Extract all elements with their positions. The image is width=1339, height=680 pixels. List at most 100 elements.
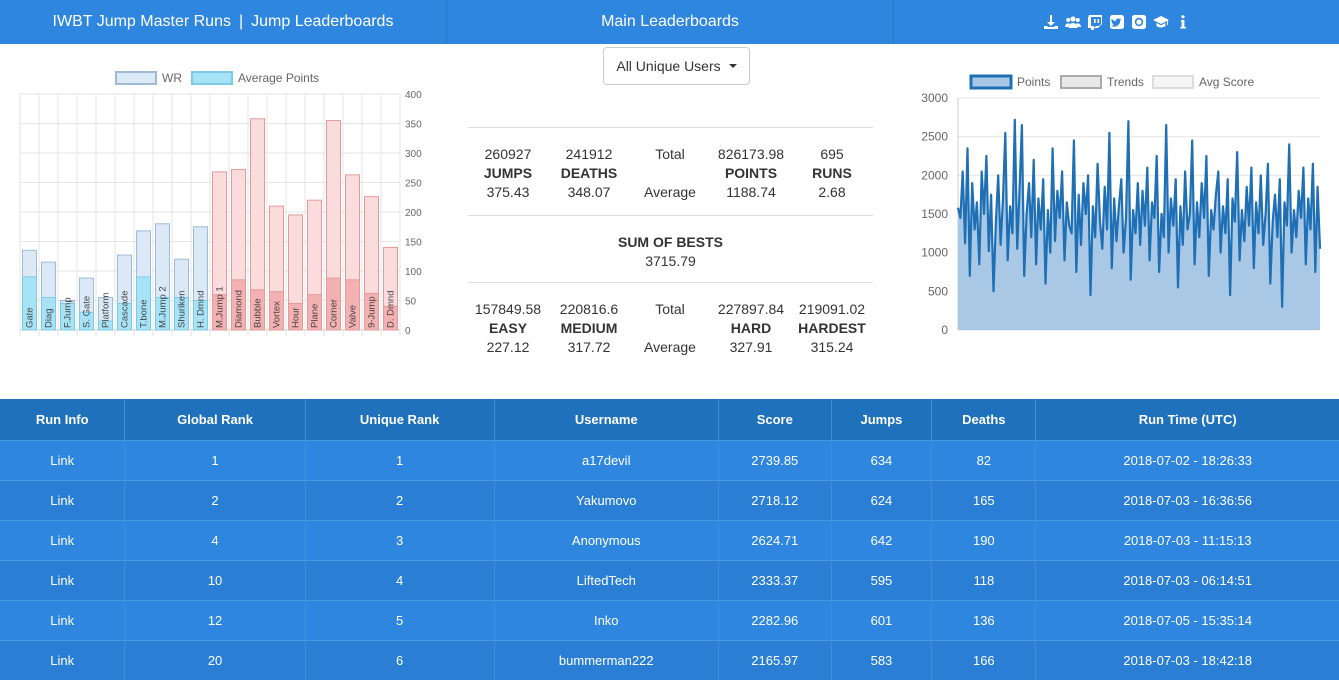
site-title[interactable]: IWBT Jump Master Runs — [53, 13, 231, 31]
github-icon[interactable] — [1130, 14, 1147, 31]
stat-row-labels: Total Average — [630, 300, 710, 357]
stat-medium-total: 220816.6 — [559, 301, 619, 317]
column-header-jumps[interactable]: Jumps — [831, 399, 933, 440]
twitch-icon[interactable] — [1086, 14, 1103, 31]
stat-row-labels: Total Average — [630, 145, 710, 202]
cell-username: Anonymous — [494, 519, 719, 560]
bar-category-label: Plane — [310, 304, 321, 328]
run-link[interactable]: Link — [0, 599, 126, 640]
section-title[interactable]: Jump Leaderboards — [251, 13, 393, 31]
legend-swatch-wr — [115, 71, 157, 85]
stat-runs-total: 695 — [820, 146, 844, 162]
legend-label-points: Points — [1017, 75, 1050, 89]
stats-difficulty-row: 157849.58 EASY 227.12 220816.6 MEDIUM 31… — [468, 283, 873, 370]
legend-swatch-avg-score — [1152, 75, 1194, 89]
stat-easy-label: EASY — [488, 320, 528, 336]
legend-swatch-average-points — [191, 71, 233, 85]
main-leaderboards-label[interactable]: Main Leaderboards — [601, 13, 739, 31]
stat-jumps-average: 375.43 — [486, 184, 530, 200]
column-header-run-info[interactable]: Run Info — [0, 399, 126, 440]
cell-jumps: 634 — [831, 439, 933, 480]
table-row: Link 4 3 Anonymous 2624.71 642 190 2018-07-03 -… — [0, 519, 1339, 560]
bar-category-label: Gate — [25, 307, 36, 328]
legend-label-wr: WR — [162, 71, 182, 85]
cell-score: 2282.96 — [718, 599, 832, 640]
main-leaderboards-link[interactable]: Main Leaderboards — [447, 0, 894, 44]
stat-easy-average: 227.12 — [486, 339, 530, 355]
area-y-tick-label: 1000 — [921, 246, 948, 260]
cell-jumps: 601 — [831, 599, 933, 640]
bar-category-label: M.Jump 2 — [158, 286, 169, 328]
stats-panel: 260927 JUMPS 375.43 241912 DEATHS 348.07… — [468, 127, 873, 370]
navbar-brand[interactable]: IWBT Jump Master Runs | Jump Leaderboard… — [0, 0, 447, 44]
stat-jumps-total: 260927 — [484, 146, 532, 162]
column-header-score[interactable]: Score — [718, 399, 832, 440]
cell-unique-rank: 6 — [305, 639, 495, 680]
stat-runs-average: 2.68 — [818, 184, 846, 200]
cell-deaths: 118 — [931, 559, 1037, 600]
cell-deaths: 166 — [931, 639, 1037, 680]
table-header-row: Run Info Global Rank Unique Rank Username Sc… — [0, 399, 1339, 440]
cell-unique-rank: 2 — [305, 479, 495, 520]
caret-down-icon — [728, 64, 737, 68]
column-header-unique-rank[interactable]: Unique Rank — [305, 399, 495, 440]
stat-jumps-label: JUMPS — [483, 165, 533, 181]
bar-y-tick-label: 0 — [405, 326, 411, 337]
stat-hardest-total: 219091.02 — [798, 301, 866, 317]
cell-username: bummerman222 — [494, 639, 719, 680]
bar-category-label: Cascade — [120, 291, 131, 329]
bar-category-label: Corner — [329, 299, 340, 328]
legend-swatch-trends — [1060, 75, 1102, 89]
column-header-deaths[interactable]: Deaths — [931, 399, 1037, 440]
users-icon[interactable] — [1064, 14, 1081, 31]
bar-category-label: Platform — [101, 293, 112, 328]
stat-runs-label: RUNS — [812, 165, 852, 181]
run-link[interactable]: Link — [0, 519, 126, 560]
run-link[interactable]: Link — [0, 479, 126, 520]
bar-chart-svg: WR Average Points 0 50 100 150 200 250 300 350 400… — [19, 71, 422, 337]
table-row: Link 2 2 Yakumovo 2718.12 624 165 2018-07-03 - … — [0, 479, 1339, 520]
bar-y-tick-label: 100 — [405, 267, 422, 278]
cell-unique-rank: 1 — [305, 439, 495, 480]
run-link[interactable]: Link — [0, 439, 126, 480]
stat-hard-label: HARD — [730, 320, 772, 336]
bar-y-tick-label: 50 — [405, 297, 417, 308]
stat-jumps: 260927 JUMPS 375.43 — [468, 145, 548, 202]
cell-run-time: 2018-07-03 - 18:42:18 — [1035, 639, 1339, 680]
cell-username: LiftedTech — [494, 559, 719, 600]
download-icon[interactable] — [1042, 14, 1059, 31]
bar-category-label: F.Jump — [63, 297, 74, 328]
area-y-tick-label: 3000 — [921, 91, 948, 105]
graduation-cap-icon[interactable] — [1152, 14, 1169, 31]
run-link[interactable]: Link — [0, 559, 126, 600]
score-history-area-chart: Points Trends Avg Score 0 500 1000 1500 2000 250… — [900, 66, 1339, 346]
bar-category-label: 9-Jump — [367, 296, 378, 328]
sum-of-bests: SUM OF BESTS 3715.79 — [468, 216, 873, 282]
stat-deaths-label: DEATHS — [560, 165, 618, 181]
column-header-run-time[interactable]: Run Time (UTC) — [1035, 399, 1339, 440]
navbar-icon-group — [894, 0, 1339, 44]
area-y-tick-label: 1500 — [921, 207, 948, 221]
area-chart-svg: Points Trends Avg Score 0 500 1000 1500 2000 250… — [921, 74, 1322, 337]
stat-runs: 695 RUNS 2.68 — [792, 145, 872, 202]
column-header-username[interactable]: Username — [494, 399, 719, 440]
stat-deaths-total: 241912 — [565, 146, 613, 162]
user-filter-dropdown[interactable]: All Unique Users — [603, 47, 750, 85]
stat-easy-total: 157849.58 — [474, 301, 542, 317]
cell-run-time: 2018-07-02 - 18:26:33 — [1035, 439, 1339, 480]
twitter-icon[interactable] — [1108, 14, 1125, 31]
run-link[interactable]: Link — [0, 639, 126, 680]
area-y-tick-label: 500 — [928, 284, 948, 298]
stat-hardest: 219091.02 HARDEST 315.24 — [792, 300, 872, 357]
stat-points-average: 1188.74 — [726, 184, 776, 200]
bar-category-label: M.Jump 1 — [215, 286, 226, 328]
stage-points-bar-chart: WR Average Points 0 50 100 150 200 250 300 350 400… — [0, 60, 440, 350]
info-icon[interactable] — [1174, 14, 1191, 31]
column-header-global-rank[interactable]: Global Rank — [124, 399, 306, 440]
bar-category-label: T.bone — [139, 299, 150, 328]
stat-deaths: 241912 DEATHS 348.07 — [549, 145, 629, 202]
table-row: Link 1 1 a17devil 2739.85 634 82 2018-07-02 - 1… — [0, 439, 1339, 480]
total-label: Total — [655, 301, 685, 317]
sum-of-bests-label: SUM OF BESTS — [617, 234, 723, 250]
cell-global-rank: 20 — [124, 639, 306, 680]
